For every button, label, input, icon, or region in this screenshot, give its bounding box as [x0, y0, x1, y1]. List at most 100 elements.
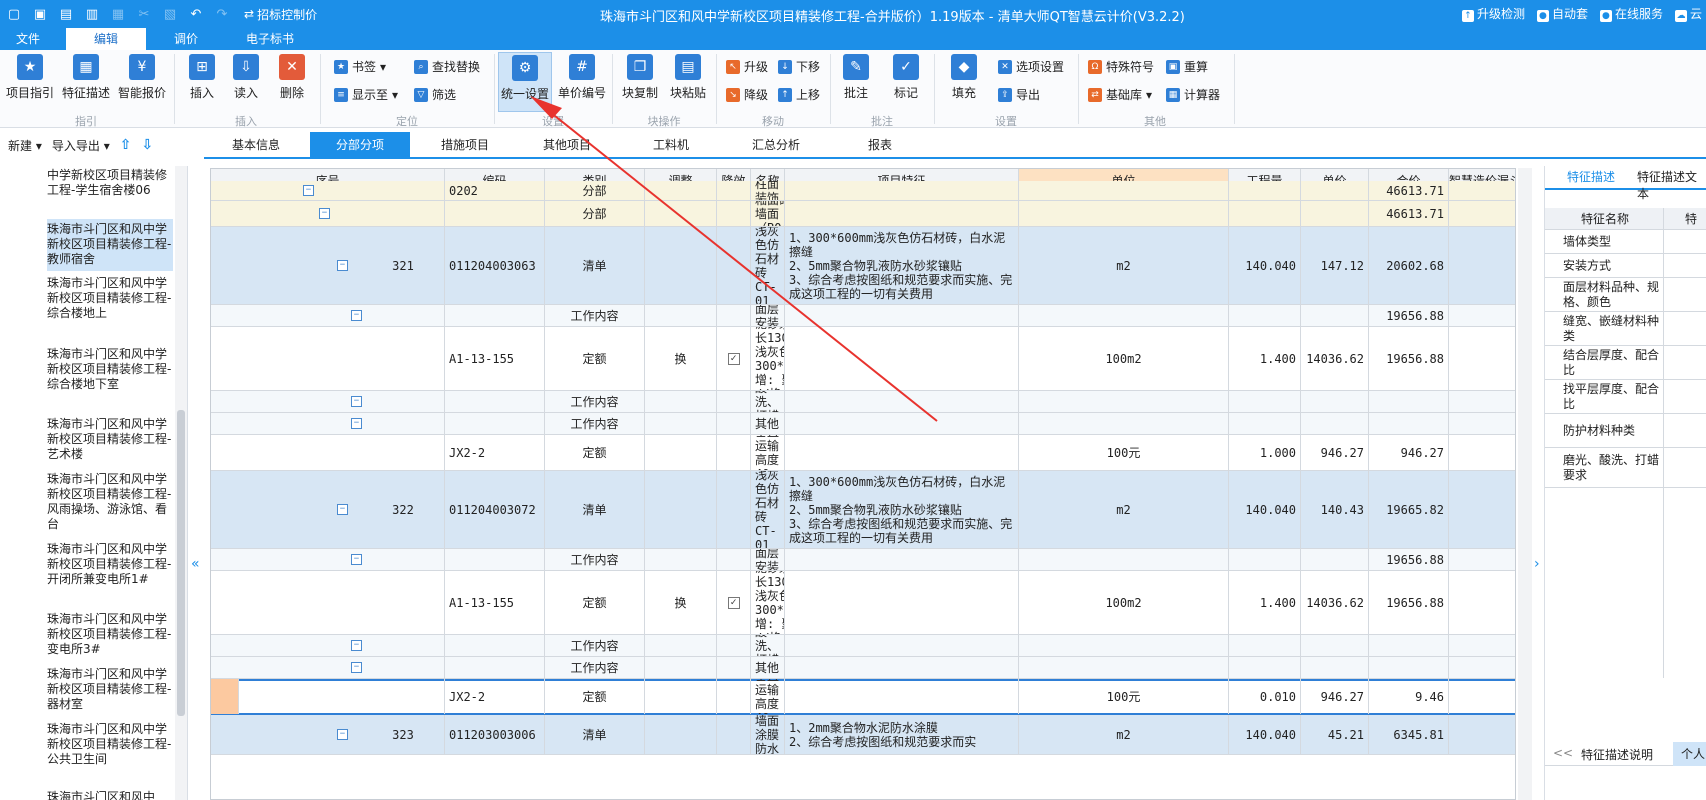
cell-adj[interactable]: [645, 657, 717, 678]
cell-name[interactable]: 多层建筑物 垂直运输高度40m以上60m以内: [751, 435, 785, 470]
cell-type[interactable]: 工作内容: [545, 305, 645, 326]
cell-chk[interactable]: [717, 549, 751, 570]
cell-name[interactable]: 其他: [751, 657, 785, 678]
collapse-left-icon[interactable]: «: [191, 556, 200, 572]
cell-type[interactable]: 分部: [545, 181, 645, 200]
feature-row[interactable]: 缝宽、嵌缝材料种类: [1545, 312, 1706, 346]
tree-item[interactable]: 珠海市斗门区和风中学新校区项目精装修工程-开闭所兼变电所1#: [47, 542, 173, 604]
cell-adj[interactable]: [645, 679, 717, 714]
cell-seq[interactable]: [361, 201, 445, 226]
import-export-dropdown[interactable]: 导入导出 ▾: [52, 137, 110, 154]
cell-chk[interactable]: [717, 181, 751, 200]
cell-total[interactable]: 19656.88: [1369, 571, 1449, 634]
cell-total[interactable]: 20602.68: [1369, 227, 1449, 304]
cell-total[interactable]: [1369, 391, 1449, 412]
cell-code[interactable]: [445, 413, 545, 434]
undo-icon[interactable]: ↶: [186, 4, 206, 24]
cell-feat[interactable]: [785, 413, 1019, 434]
feature-row[interactable]: 结合层厚度、配合比: [1545, 346, 1706, 380]
unit-price-code-button[interactable]: # 单价编号: [556, 54, 608, 101]
cell-chk[interactable]: [717, 227, 751, 304]
cell-unit[interactable]: [1019, 391, 1229, 412]
collapse-toggle-icon[interactable]: −: [337, 504, 348, 515]
tree-item[interactable]: 珠海市斗门区和风中学新校区项目精装修工程-综合楼地上: [47, 276, 173, 336]
move-up-icon[interactable]: ⇧: [120, 137, 132, 153]
cell-smart[interactable]: [1449, 305, 1515, 326]
cell-code[interactable]: 011203003006: [445, 715, 545, 754]
cell-seq[interactable]: [361, 571, 445, 634]
base-lib-button[interactable]: ⇄ 基础库 ▾: [1088, 86, 1152, 103]
tree-item[interactable]: 珠海市斗门区和风中学新校区项目精装修工程-器材室: [47, 667, 173, 714]
menu-adjust[interactable]: 调价: [156, 28, 216, 50]
cell-unit[interactable]: [1019, 635, 1229, 656]
cell-feat[interactable]: [785, 181, 1019, 200]
cell-code[interactable]: JX2-2: [445, 679, 545, 714]
cell-chk[interactable]: [717, 305, 751, 326]
cell-feat[interactable]: [785, 435, 1019, 470]
export-button[interactable]: ⇪ 导出: [998, 86, 1040, 103]
cell-type[interactable]: 定额: [545, 571, 645, 634]
cell-total[interactable]: 946.27: [1369, 435, 1449, 470]
cell-chk[interactable]: [717, 657, 751, 678]
move-down-button[interactable]: ↓ 下移: [778, 58, 820, 75]
table-row[interactable]: − 323 011203003006 清单 墙面涂膜防水 1、2mm聚合物水泥防水涂膜 2…: [211, 715, 1515, 755]
cell-total[interactable]: [1369, 413, 1449, 434]
cell-seq[interactable]: 321: [361, 227, 445, 304]
cell-qty[interactable]: 0.010: [1229, 679, 1301, 714]
cell-smart[interactable]: [1449, 471, 1515, 548]
feature-desc-button[interactable]: ▦ 特征描述: [60, 54, 112, 101]
cell-name[interactable]: 浅灰色仿石材砖CT-01: [751, 227, 785, 304]
collapse-toggle-icon[interactable]: −: [319, 208, 330, 219]
block-paste-button[interactable]: ▤ 块粘贴: [668, 54, 708, 101]
annotate-button[interactable]: ✎ 批注: [838, 54, 874, 101]
cell-smart[interactable]: [1449, 327, 1515, 390]
cell-type[interactable]: 分部: [545, 201, 645, 226]
cell-price[interactable]: [1301, 181, 1369, 200]
cell-adj[interactable]: [645, 181, 717, 200]
cell-qty[interactable]: 140.040: [1229, 227, 1301, 304]
tab-feature-desc[interactable]: 特征描述: [1567, 168, 1615, 185]
cell-smart[interactable]: [1449, 635, 1515, 656]
cell-qty[interactable]: [1229, 181, 1301, 200]
row-gutter[interactable]: [211, 679, 239, 714]
block-copy-button[interactable]: ❐ 块复制: [620, 54, 660, 101]
feature-row[interactable]: 安装方式: [1545, 254, 1706, 278]
downgrade-level-button[interactable]: ↘ 降级: [726, 86, 768, 103]
scroll-thumb[interactable]: [177, 410, 185, 716]
feature-row[interactable]: 磨光、酸洗、打蜡要求: [1545, 448, 1706, 488]
cell-price[interactable]: [1301, 305, 1369, 326]
cell-code[interactable]: JX2-2: [445, 435, 545, 470]
cell-feat[interactable]: [785, 635, 1019, 656]
tab-section-items[interactable]: 分部分项: [310, 132, 410, 158]
tab-personal[interactable]: 个人: [1673, 742, 1706, 766]
cell-total[interactable]: 19665.82: [1369, 471, 1449, 548]
cell-price[interactable]: 946.27: [1301, 679, 1369, 714]
cell-adj[interactable]: 换: [645, 571, 717, 634]
grid-vertical-scrollbar[interactable]: [1518, 168, 1532, 800]
cell-feat[interactable]: [785, 679, 1019, 714]
insert-button[interactable]: ⊞ 插入: [184, 54, 220, 101]
cell-chk[interactable]: [717, 715, 751, 754]
cell-total[interactable]: [1369, 635, 1449, 656]
cell-seq[interactable]: [361, 679, 445, 714]
option-setting-button[interactable]: ✕ 选项设置: [998, 58, 1064, 75]
cell-qty[interactable]: 1.400: [1229, 327, 1301, 390]
autosave-button[interactable]: ● 自动套: [1536, 5, 1588, 22]
cell-smart[interactable]: [1449, 549, 1515, 570]
cell-name[interactable]: 多层建筑物 垂直运输高度40m以上60m以内: [751, 679, 785, 714]
cut-icon[interactable]: ✂: [134, 4, 154, 24]
cell-seq[interactable]: 323: [361, 715, 445, 754]
cell-total[interactable]: 9.46: [1369, 679, 1449, 714]
cell-total[interactable]: 46613.71: [1369, 181, 1449, 200]
collapse-toggle-icon[interactable]: −: [303, 185, 314, 196]
cell-unit[interactable]: m2: [1019, 715, 1229, 754]
paste-icon[interactable]: ▧: [160, 4, 180, 24]
cell-type[interactable]: 工作内容: [545, 413, 645, 434]
cell-adj[interactable]: [645, 201, 717, 226]
cell-feat[interactable]: 1、300*600mm浅灰色仿石材砖，白水泥擦缝 2、5mm聚合物乳液防水砂浆镶…: [785, 471, 1019, 548]
cell-adj[interactable]: [645, 391, 717, 412]
bid-control-button[interactable]: ⇄ 招标控制价: [244, 6, 317, 23]
tab-reports[interactable]: 报表: [838, 132, 922, 158]
cell-seq[interactable]: [361, 327, 445, 390]
table-row[interactable]: − 321 011204003063 清单 浅灰色仿石材砖CT-01 1、300*600m…: [211, 227, 1515, 305]
